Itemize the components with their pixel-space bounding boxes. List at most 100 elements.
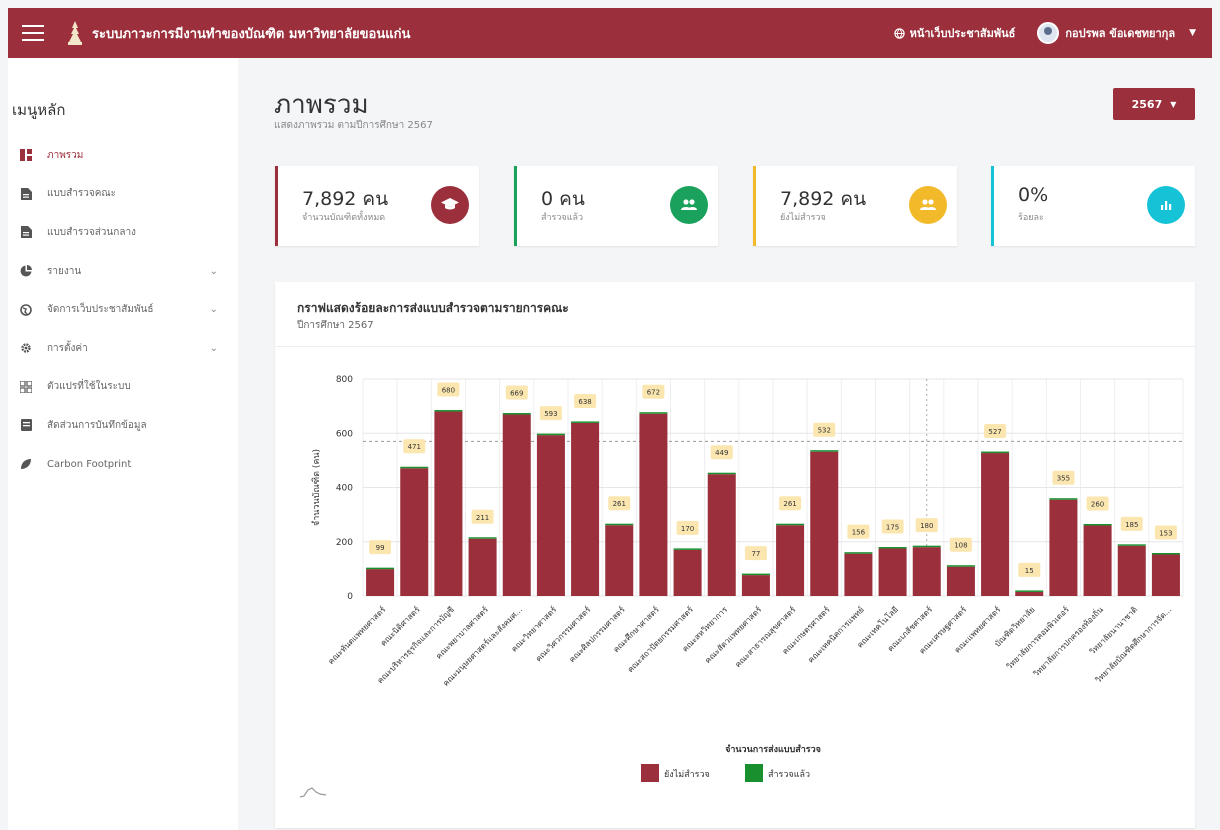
- y-tick-label: 800: [336, 375, 353, 385]
- user-menu[interactable]: กอปรพล ข้อเดชทยากุล ▼: [1037, 22, 1196, 44]
- sidebar-item-faculty-survey[interactable]: แบบสำรวจคณะ: [8, 175, 238, 214]
- data-label: 261: [613, 500, 626, 508]
- y-axis-title: จำนวนบัณฑิต (คน): [311, 449, 322, 526]
- bar-surveyed-segment: [673, 548, 702, 550]
- sidebar-item-central-survey[interactable]: แบบสำรวจส่วนกลาง: [8, 213, 238, 252]
- bar-surveyed-segment: [571, 421, 600, 423]
- stat-card-percentage: 0% ร้อยละ: [991, 166, 1195, 246]
- bar: [878, 548, 907, 596]
- zoom-reset-icon[interactable]: [299, 786, 327, 798]
- legend-label: ยังไม่สำรวจ: [664, 769, 710, 780]
- pr-link-label: หน้าเว็บประชาสัมพันธ์: [909, 27, 1016, 40]
- sidebar-item-label: รายงาน: [47, 265, 82, 277]
- top-navbar: ระบบภาวะการมีงานทำของบัณฑิต มหาวิทยาลัยข…: [8, 8, 1212, 58]
- sidebar-heading: เมนูหลัก: [12, 101, 66, 119]
- data-label: 180: [920, 522, 933, 530]
- bar: [673, 549, 702, 596]
- bar-surveyed-segment: [810, 450, 839, 452]
- x-tick-label: คณะสัตวแพทยศาสตร์: [703, 604, 764, 665]
- graduation-cap-icon: [431, 186, 469, 224]
- avatar: [1037, 22, 1060, 44]
- legend-swatch: [641, 764, 659, 782]
- sidebar-item-system-variables[interactable]: ตัวแปรที่ใช้ในระบบ: [8, 368, 238, 407]
- bar-surveyed-segment: [639, 412, 668, 414]
- globe-icon: [893, 27, 905, 39]
- bar-surveyed-segment: [400, 466, 429, 469]
- bar: [981, 453, 1010, 596]
- globe-icon: [20, 303, 32, 316]
- data-label: 672: [647, 389, 660, 397]
- sidebar: เมนูหลัก ภาพรวม แบบสำรวจคณะ แบบสำรวจส่วน…: [8, 58, 238, 830]
- bar: [1049, 499, 1078, 596]
- sidebar-item-label: สัดส่วนการบันทึกข้อมูล: [47, 419, 147, 431]
- sidebar-item-pr-website[interactable]: จัดการเว็บประชาสัมพันธ์ ⌄: [8, 290, 238, 329]
- bar-surveyed-segment: [1151, 552, 1180, 555]
- data-label: 593: [544, 410, 557, 418]
- bar-surveyed-segment: [707, 472, 736, 475]
- bar: [571, 422, 600, 596]
- sidebar-item-reports[interactable]: รายงาน ⌄: [8, 252, 238, 291]
- hamburger-menu-icon[interactable]: [22, 25, 44, 41]
- bar-surveyed-segment: [878, 547, 907, 549]
- sidebar-item-settings[interactable]: การตั้งค่า ⌄: [8, 329, 238, 368]
- chart-panel: กราฟแสดงร้อยละการส่งแบบสำรวจตามรายการคณะ…: [275, 282, 1195, 828]
- sidebar-item-label: แบบสำรวจส่วนกลาง: [47, 226, 136, 238]
- x-tick-label: วิทยาลัยการคอมพิวเตอร์: [1004, 604, 1072, 672]
- bar: [502, 414, 531, 596]
- x-tick-label: คณะเทคนิคการแพทย์: [806, 604, 866, 664]
- data-label: 261: [783, 500, 796, 508]
- stat-value: 0%: [1018, 184, 1049, 206]
- bar-surveyed-segment: [366, 567, 395, 570]
- bar: [400, 468, 429, 596]
- sidebar-item-data-ratio[interactable]: สัดส่วนการบันทึกข้อมูล: [8, 406, 238, 445]
- bar: [946, 566, 975, 596]
- document-icon: [20, 226, 32, 239]
- sidebar-item-label: แบบสำรวจคณะ: [47, 188, 117, 200]
- data-label: 680: [442, 387, 455, 395]
- bar: [844, 553, 873, 596]
- bar: [639, 413, 668, 596]
- sidebar-item-overview[interactable]: ภาพรวม: [8, 136, 238, 175]
- pie-chart-icon: [20, 265, 32, 277]
- bar-surveyed-segment: [1117, 544, 1146, 546]
- users-icon: [909, 186, 947, 224]
- bar-surveyed-segment: [981, 451, 1010, 454]
- data-label: 638: [578, 398, 591, 406]
- sidebar-item-label: ตัวแปรที่ใช้ในระบบ: [47, 381, 131, 393]
- variables-icon: [20, 380, 32, 393]
- bar-surveyed-segment: [434, 410, 463, 412]
- bar-surveyed-segment: [605, 523, 634, 526]
- sidebar-item-carbon-footprint[interactable]: Carbon Footprint: [8, 445, 238, 484]
- y-tick-label: 400: [336, 484, 353, 494]
- stat-label: ร้อยละ: [1018, 213, 1044, 223]
- sidebar-item-label: ภาพรวม: [47, 149, 84, 161]
- bar-surveyed-segment: [741, 573, 770, 576]
- year-select-button[interactable]: 2567 ▼: [1113, 88, 1195, 120]
- year-select-value: 2567: [1131, 97, 1163, 111]
- data-label: 527: [988, 428, 1001, 436]
- stat-card-total-graduates: 7,892 คน จำนวนบัณฑิตทั้งหมด: [275, 166, 479, 246]
- data-label: 260: [1091, 500, 1104, 508]
- bar-surveyed-segment: [946, 565, 975, 567]
- sidebar-menu: ภาพรวม แบบสำรวจคณะ แบบสำรวจส่วนกลาง รายง…: [8, 136, 238, 483]
- gear-icon: [20, 342, 32, 354]
- bar-surveyed-segment: [502, 413, 531, 415]
- data-label: 99: [376, 544, 385, 552]
- x-tick-label: คณะวิศวกรรมศาสตร์: [533, 604, 593, 664]
- bar: [536, 435, 565, 596]
- bar-surveyed-segment: [776, 523, 805, 526]
- main-content: ภาพรวม แสดงภาพรวม ตามปีการศึกษา 2567 256…: [238, 58, 1212, 830]
- bar: [1083, 525, 1112, 596]
- bar-surveyed-segment: [1015, 590, 1044, 592]
- stat-card-not-surveyed: 7,892 คน ยังไม่สำรวจ: [753, 166, 957, 246]
- bar-chart: 020040060080099คณะทันตแพทยศาสตร์471คณะนิ…: [311, 375, 1184, 782]
- pr-website-link[interactable]: หน้าเว็บประชาสัมพันธ์: [893, 24, 1016, 42]
- bar: [1151, 554, 1180, 596]
- data-label: 449: [715, 449, 728, 457]
- x-tick-label: คณะทันตแพทยศาสตร์: [326, 604, 388, 666]
- users-icon: [670, 186, 708, 224]
- chevron-down-icon: ⌄: [209, 342, 218, 354]
- document-icon: [20, 187, 32, 200]
- data-label: 153: [1159, 529, 1172, 537]
- stat-label: สำรวจแล้ว: [541, 213, 584, 223]
